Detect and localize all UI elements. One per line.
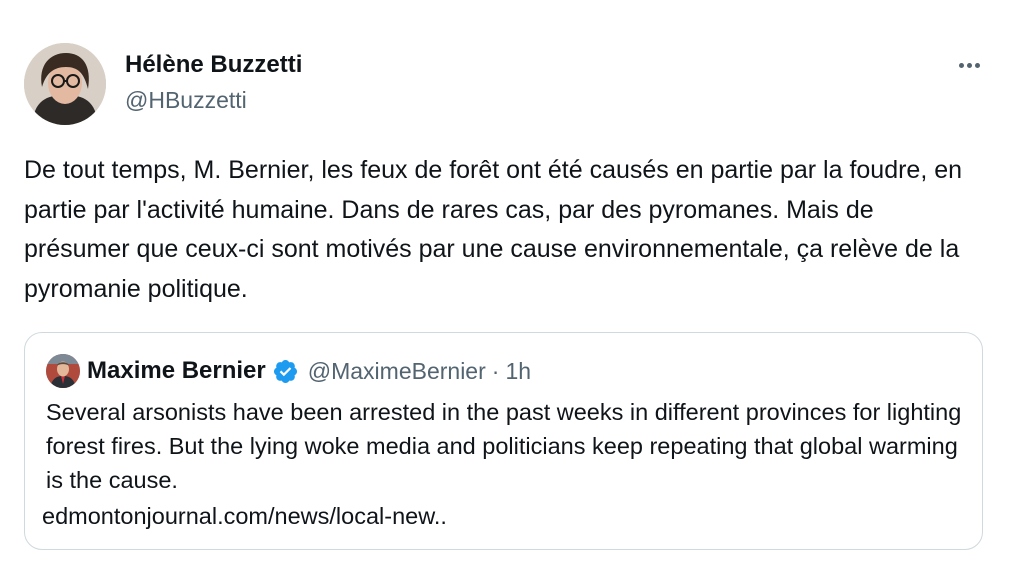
more-horizontal-icon-dot (966, 62, 972, 68)
quoted-tweet-time[interactable]: 1h (505, 358, 531, 385)
quoted-author-handle[interactable]: @MaximeBernier (308, 358, 486, 385)
quoted-tweet-card[interactable]: Maxime Bernier @MaximeBernier · 1h Sever… (24, 332, 983, 550)
author-name[interactable]: Hélène Buzzetti (125, 50, 302, 80)
quoted-author-name[interactable]: Maxime Bernier (87, 357, 266, 385)
tweet: Hélène Buzzetti @HBuzzetti De tout temps… (0, 0, 1014, 564)
quoted-author-avatar[interactable] (46, 354, 80, 388)
author-avatar[interactable] (24, 43, 106, 125)
quoted-tweet-header: Maxime Bernier @MaximeBernier · 1h (87, 355, 531, 387)
separator-dot: · (491, 357, 500, 384)
more-options-button[interactable] (952, 50, 986, 80)
more-horizontal-icon-dot (958, 62, 964, 68)
verified-badge-icon (273, 359, 297, 383)
more-horizontal-icon-dot (974, 62, 980, 68)
tweet-text: De tout temps, M. Bernier, les feux de f… (24, 156, 963, 303)
quoted-avatar-photo (46, 354, 80, 388)
author-handle[interactable]: @HBuzzetti (125, 85, 247, 115)
avatar-photo (24, 43, 106, 125)
quoted-tweet-link[interactable]: edmontonjournal.com/news/local-new.. (42, 499, 447, 533)
quoted-tweet-text: Several arsonists have been arrested in … (46, 399, 962, 493)
